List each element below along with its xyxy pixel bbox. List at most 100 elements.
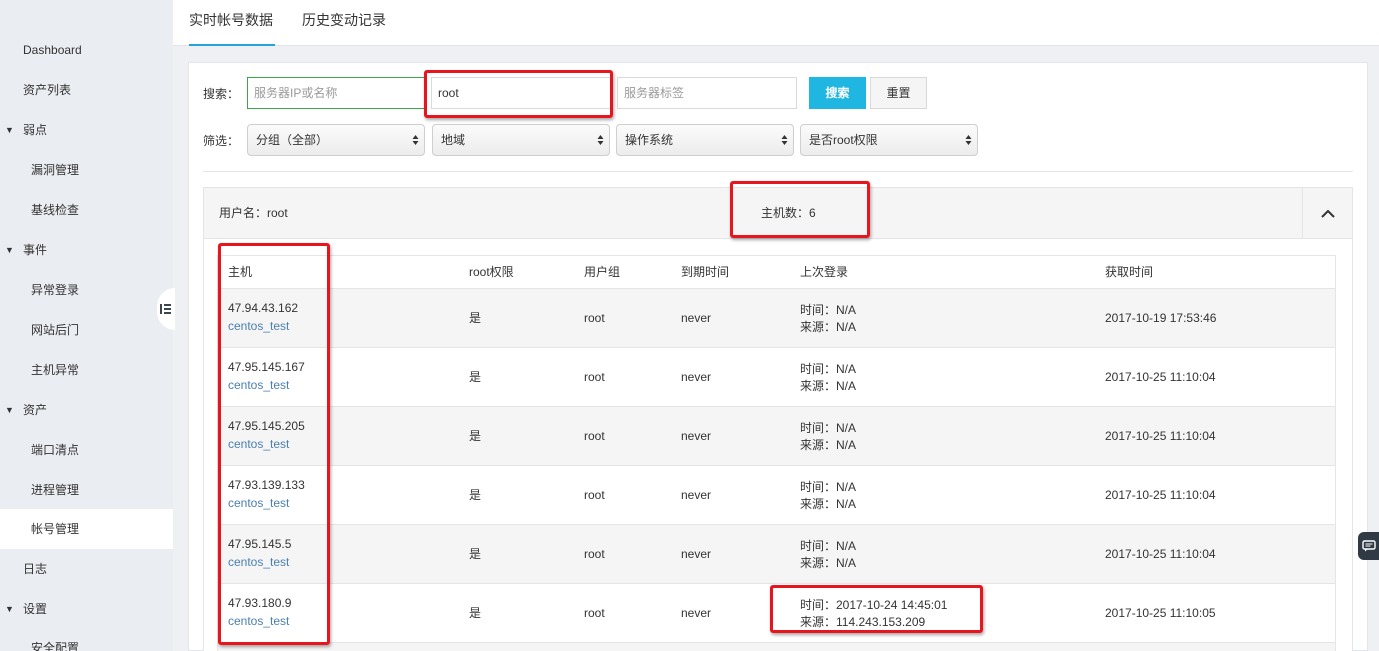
host-name-link[interactable]: centos_test xyxy=(228,614,289,628)
fetched-time-cell: 2017-10-19 17:53:46 xyxy=(1105,311,1217,325)
last-login-source: 来源：N/A xyxy=(800,438,857,452)
fetched-time-cell: 2017-10-25 11:10:04 xyxy=(1105,547,1216,561)
column-header: 获取时间 xyxy=(1105,265,1154,279)
expire-cell: never xyxy=(681,488,712,502)
group-select[interactable]: 分组（全部） xyxy=(247,124,425,156)
search-button[interactable]: 搜索 xyxy=(809,77,866,109)
host-name-link[interactable]: centos_test xyxy=(228,319,289,333)
reset-button[interactable]: 重置 xyxy=(870,77,927,109)
select-value: 分组（全部） xyxy=(256,133,329,147)
root-cell: 是 xyxy=(469,606,482,620)
group-cell: root xyxy=(584,547,605,561)
caret-down-icon: ▼ xyxy=(5,405,14,415)
last-login-source: 来源：N/A xyxy=(800,556,857,570)
sidebar-item-baseline[interactable]: 基线检查 xyxy=(0,190,173,230)
root-cell: 是 xyxy=(469,488,482,502)
column-header: 用户组 xyxy=(584,265,621,279)
sidebar-group-weakness[interactable]: ▼ 弱点 xyxy=(0,110,173,150)
root-privilege-select[interactable]: 是否root权限 xyxy=(800,124,978,156)
table-row: 47.93.139.133 centos_test 是 root never 时… xyxy=(217,466,1336,525)
host-name-link[interactable]: centos_test xyxy=(228,437,289,451)
table-row: 47.94.43.162 centos_test 是 root never 时间… xyxy=(217,289,1336,348)
select-arrows-icon xyxy=(597,135,604,145)
collapse-card-button[interactable] xyxy=(1302,188,1352,238)
tab-label: 历史变动记录 xyxy=(302,12,386,28)
sidebar-item-label: 帐号管理 xyxy=(31,522,80,536)
sidebar-item-ports[interactable]: 端口清点 xyxy=(0,430,173,470)
table-row: 47.95.145.167 centos_test 是 root never 时… xyxy=(217,348,1336,407)
account-card-header: 用户名：root 主机数：6 xyxy=(203,187,1353,239)
column-header: 上次登录 xyxy=(800,265,849,279)
last-login-source: 来源：N/A xyxy=(800,379,857,393)
sidebar-item-asset-list[interactable]: 资产列表 xyxy=(0,70,173,110)
feedback-button[interactable] xyxy=(1358,532,1379,560)
os-select[interactable]: 操作系统 xyxy=(616,124,794,156)
host-count-label: 主机数：6 xyxy=(761,206,816,220)
host-ip: 47.95.145.5 xyxy=(228,537,292,551)
username-input[interactable] xyxy=(431,77,611,109)
last-login-time: 时间：N/A xyxy=(800,303,857,317)
sidebar-item-processes[interactable]: 进程管理 xyxy=(0,470,173,510)
tab-label: 实时帐号数据 xyxy=(189,12,273,28)
sidebar-item-label: 安全配置 xyxy=(31,641,80,651)
sidebar-group-settings[interactable]: ▼ 设置 xyxy=(0,589,173,629)
host-ip: 47.94.43.162 xyxy=(228,301,299,315)
chevron-up-icon xyxy=(1320,209,1335,218)
search-label: 搜索： xyxy=(203,87,240,101)
last-login-time: 时间：N/A xyxy=(800,539,857,553)
host-name-link[interactable]: centos_test xyxy=(228,555,289,569)
filter-label: 筛选： xyxy=(203,134,240,148)
sidebar-item-vulnerability[interactable]: 漏洞管理 xyxy=(0,150,173,190)
group-cell: root xyxy=(584,606,605,620)
server-tag-input[interactable] xyxy=(617,77,797,109)
chat-bubble-icon xyxy=(1361,540,1376,552)
sidebar-item-dashboard[interactable]: Dashboard xyxy=(0,30,173,70)
table-row: 47.95.145.205 centos_test 是 root never 时… xyxy=(217,407,1336,466)
sidebar-item-label: 事件 xyxy=(23,243,48,257)
last-login-source: 来源：N/A xyxy=(800,497,857,511)
host-name-link[interactable]: centos_test xyxy=(228,378,289,392)
expire-cell: never xyxy=(681,606,712,620)
sidebar-item-label: 网站后门 xyxy=(31,323,80,337)
sidebar-item-accounts[interactable]: 帐号管理 xyxy=(0,509,173,549)
sidebar-item-logs[interactable]: 日志 xyxy=(0,549,173,589)
tab-bar: 实时帐号数据 历史变动记录 xyxy=(173,0,1379,46)
tab-history-changes[interactable]: 历史变动记录 xyxy=(302,0,386,46)
fetched-time-cell: 2017-10-25 11:10:04 xyxy=(1105,429,1216,443)
select-arrows-icon xyxy=(781,135,788,145)
table-row xyxy=(217,643,1336,651)
host-ip: 47.93.139.133 xyxy=(228,478,305,492)
sidebar-item-label: 设置 xyxy=(23,602,48,616)
sidebar-item-label: 弱点 xyxy=(23,123,48,137)
select-value: 是否root权限 xyxy=(809,133,878,147)
sidebar-group-events[interactable]: ▼ 事件 xyxy=(0,230,173,270)
sidebar-item-security-config[interactable]: 安全配置 xyxy=(0,628,173,651)
sidebar-item-label: 资产 xyxy=(23,403,48,417)
fetched-time-cell: 2017-10-25 11:10:04 xyxy=(1105,370,1216,384)
expire-cell: never xyxy=(681,547,712,561)
root-cell: 是 xyxy=(469,311,482,325)
region-select[interactable]: 地域 xyxy=(432,124,610,156)
last-login-time: 时间：N/A xyxy=(800,362,857,376)
select-arrows-icon xyxy=(965,135,972,145)
last-login-time: 时间：2017-10-24 14:45:01 xyxy=(800,598,948,612)
table-header: 主机 root权限 用户组 到期时间 上次登录 获取时间 xyxy=(217,255,1336,289)
sidebar-item-host-anomaly[interactable]: 主机异常 xyxy=(0,350,173,390)
host-name-link[interactable]: centos_test xyxy=(228,496,289,510)
sidebar-item-label: 基线检查 xyxy=(31,203,80,217)
tab-realtime-accounts[interactable]: 实时帐号数据 xyxy=(189,0,275,46)
sidebar-item-webshell[interactable]: 网站后门 xyxy=(0,310,173,350)
sidebar-item-label: 异常登录 xyxy=(31,283,80,297)
host-ip: 47.95.145.167 xyxy=(228,360,305,374)
last-login-time: 时间：N/A xyxy=(800,480,857,494)
last-login-source: 来源：N/A xyxy=(800,320,857,334)
sidebar-item-abnormal-login[interactable]: 异常登录 xyxy=(0,270,173,310)
sidebar-item-label: 漏洞管理 xyxy=(31,163,80,177)
group-cell: root xyxy=(584,311,605,325)
root-cell: 是 xyxy=(469,429,482,443)
sidebar-item-label: 端口清点 xyxy=(31,443,80,457)
sidebar: Dashboard 资产列表 ▼ 弱点 漏洞管理 基线检查 ▼ 事件 异常登录 网站… xyxy=(0,0,173,651)
caret-down-icon: ▼ xyxy=(5,604,14,614)
server-ip-input[interactable] xyxy=(247,77,425,109)
sidebar-group-assets[interactable]: ▼ 资产 xyxy=(0,390,173,430)
